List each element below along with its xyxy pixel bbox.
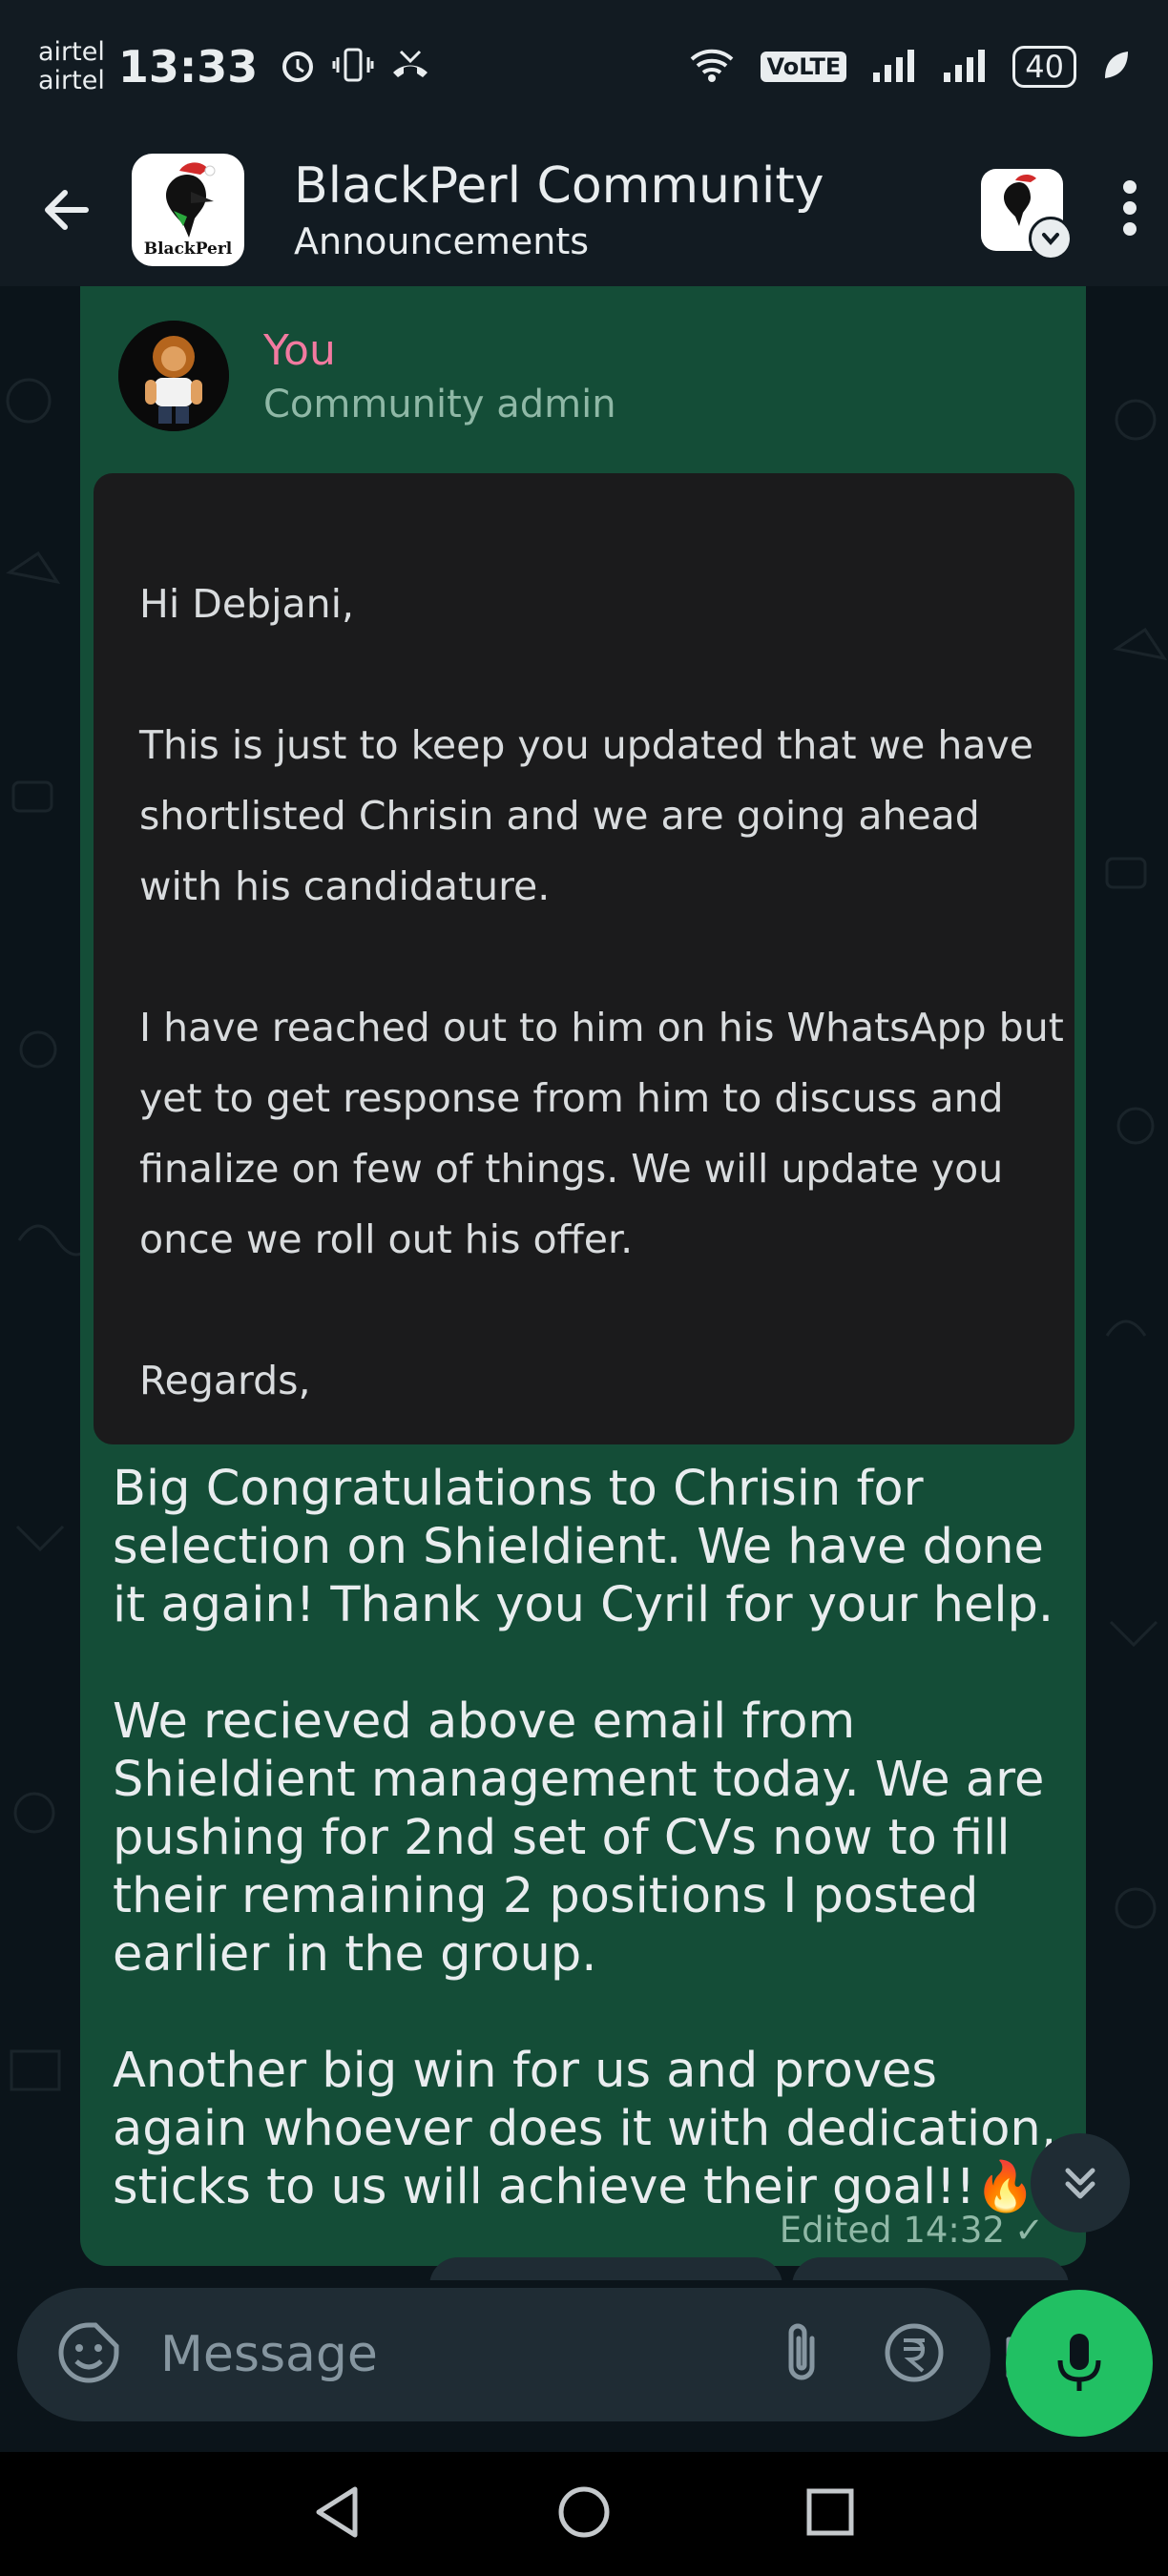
lion-avatar-icon xyxy=(118,321,229,431)
attach-button[interactable] xyxy=(778,2319,825,2390)
community-switcher[interactable] xyxy=(981,169,1073,260)
clock: 13:33 xyxy=(117,41,259,93)
chat-area[interactable]: You Community admin Hi Debjani, This is … xyxy=(0,286,1168,2452)
vibrate-icon xyxy=(332,46,374,88)
double-chevron-down-icon xyxy=(1065,2168,1095,2199)
emoji-sticker-button[interactable] xyxy=(55,2319,122,2390)
quoted-email-image[interactable]: Hi Debjani, This is just to keep you upd… xyxy=(94,473,1074,1444)
message-paragraph: Big Congratulations to Chrisin for selec… xyxy=(113,1461,1054,1633)
quoted-email-paragraph: Hi Debjani, xyxy=(139,581,354,627)
chat-header: BlackPerl BlackPerl Community Announceme… xyxy=(0,134,1168,286)
message-paragraph: We recieved above email from Shieldient … xyxy=(113,1693,1045,1983)
voice-message-button[interactable] xyxy=(1006,2290,1153,2437)
signal-icon-2 xyxy=(942,46,988,88)
sender-row: You Community admin xyxy=(118,321,616,431)
square-recents-icon xyxy=(806,2488,854,2536)
payment-button[interactable] xyxy=(883,2321,946,2388)
sender-name: You xyxy=(263,325,336,375)
circle-home-icon xyxy=(558,2486,610,2538)
sticker-icon xyxy=(58,2322,119,2383)
sender-avatar[interactable] xyxy=(118,321,229,431)
system-nav-bar xyxy=(0,2452,1168,2576)
message-bubble[interactable]: You Community admin Hi Debjani, This is … xyxy=(80,286,1086,2266)
composer-bar xyxy=(0,2280,1168,2452)
missed-call-icon xyxy=(389,46,431,88)
chevron-down-icon xyxy=(1029,217,1073,260)
edited-timestamp: Edited 14:32 xyxy=(779,2210,1005,2251)
alarm-icon xyxy=(279,46,317,88)
battery-indicator: 40 xyxy=(1012,46,1076,88)
sender-role: Community admin xyxy=(263,382,616,426)
leaf-icon xyxy=(1101,48,1130,86)
triangle-back-icon xyxy=(316,2486,358,2538)
message-input[interactable] xyxy=(160,2326,778,2383)
carrier-2: airtel xyxy=(38,66,105,95)
back-arrow-icon xyxy=(45,190,89,230)
group-subtitle: Announcements xyxy=(294,220,590,262)
scroll-to-bottom-button[interactable] xyxy=(1031,2133,1130,2233)
rupee-icon xyxy=(885,2323,944,2382)
signal-icon xyxy=(871,46,917,88)
nav-recents-button[interactable] xyxy=(803,2485,857,2543)
community-title: BlackPerl Community xyxy=(294,157,824,215)
message-paragraph: Another big win for us and proves again … xyxy=(113,2043,1056,2215)
avatar-logo-text: BlackPerl xyxy=(143,239,233,259)
nav-home-button[interactable] xyxy=(555,2483,613,2545)
sent-tick-icon: ✓ xyxy=(1013,2210,1044,2251)
more-options-button[interactable] xyxy=(1120,179,1139,240)
message-footer: Edited 14:32 ✓ xyxy=(780,2210,1044,2251)
community-avatar[interactable]: BlackPerl xyxy=(132,154,244,266)
quoted-email-paragraph: Regards, xyxy=(139,1358,311,1403)
carrier-labels: airtel airtel xyxy=(38,38,105,95)
more-vertical-icon xyxy=(1123,180,1137,236)
back-button[interactable] xyxy=(29,172,105,248)
microphone-icon xyxy=(1057,2334,1101,2391)
volte-badge: VoLTE xyxy=(761,52,847,82)
message-composer xyxy=(17,2288,1067,2421)
wifi-icon xyxy=(688,46,736,88)
quoted-email-paragraph: I have reached out to him on his WhatsAp… xyxy=(139,1005,1064,1262)
quoted-email-paragraph: This is just to keep you updated that we… xyxy=(139,722,1033,909)
header-titles[interactable]: BlackPerl Community Announcements xyxy=(294,157,824,262)
nav-back-button[interactable] xyxy=(311,2483,365,2545)
message-text: Big Congratulations to Chrisin for selec… xyxy=(113,1460,1067,2275)
status-bar: airtel airtel 13:33 VoLTE 40 xyxy=(0,0,1168,134)
carrier-1: airtel xyxy=(38,37,105,67)
paperclip-icon xyxy=(788,2323,815,2380)
